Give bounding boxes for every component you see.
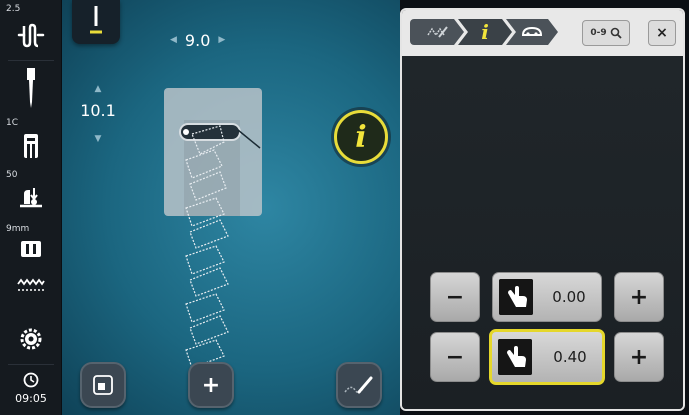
needle-plate-icon [21, 241, 41, 257]
feed-dog-icon [17, 278, 45, 291]
needle-position-button[interactable] [72, 0, 120, 44]
value-text-1: 0.00 [552, 288, 586, 306]
hand-touch-icon [498, 339, 532, 375]
stitch-settings-panel: i 0-9 × − 0.00 + − 0.40 + [400, 8, 685, 411]
needle-position-icon [90, 6, 102, 34]
info-crumb-icon: i [481, 20, 489, 44]
info-button[interactable]: i [334, 110, 388, 164]
value-field-1[interactable]: 0.00 [492, 272, 602, 322]
width-increase-arrow-icon[interactable]: ▶ [218, 35, 225, 45]
edit-stitch-button[interactable] [336, 362, 382, 408]
plus-icon: + [629, 284, 649, 310]
left-sidebar: 2.5 1C 50 9mm 09:05 [0, 0, 62, 415]
length-increase-arrow-icon[interactable]: ▲ [95, 84, 102, 94]
clock-time: 09:05 [15, 392, 47, 405]
presser-foot-pressure-button[interactable]: 50 [0, 168, 62, 218]
crumb-presser-foot[interactable] [506, 19, 558, 45]
stitch-length-control[interactable]: ▲ 10.1 ▼ [78, 76, 118, 145]
value-field-2-selected[interactable]: 0.40 [489, 329, 605, 385]
panel-header: i 0-9 × [402, 10, 683, 56]
stitch-pattern-icon [425, 24, 449, 40]
presser-foot-label: 1C [6, 118, 19, 128]
clock-button[interactable]: 09:05 [0, 368, 62, 414]
increase-button-1[interactable]: + [614, 272, 664, 322]
search-label: 0-9 [590, 28, 607, 38]
presser-foot-small-icon [521, 25, 543, 39]
hand-touch-icon [499, 279, 533, 315]
balance-row-2: − 0.40 + [430, 329, 680, 385]
plus-icon: + [629, 344, 649, 370]
minus-icon: − [445, 344, 465, 370]
decrease-button-1[interactable]: − [430, 272, 480, 322]
view-frame-icon [93, 375, 113, 395]
crumb-info[interactable]: i [458, 19, 512, 45]
numeric-search-button[interactable]: 0-9 [582, 20, 630, 46]
needle-plate-button[interactable]: 9mm [0, 222, 62, 266]
decrease-button-2[interactable]: − [430, 332, 480, 382]
feed-dog-button[interactable] [0, 270, 62, 306]
close-button[interactable]: × [648, 20, 676, 46]
foot-pressure-icon [20, 188, 42, 208]
panel-body: − 0.00 + − 0.40 + [402, 56, 683, 409]
close-icon: × [656, 25, 668, 41]
add-stitch-button[interactable]: + [188, 362, 234, 408]
stitch-pattern-preview [185, 125, 229, 369]
clock-icon [23, 372, 39, 388]
presser-foot-pressure-value: 50 [6, 170, 18, 180]
value-text-2: 0.40 [553, 348, 587, 366]
stitch-width-control[interactable]: ◀ 9.0 ▶ [170, 30, 225, 50]
bobbin-gear-icon [20, 328, 42, 350]
length-decrease-arrow-icon[interactable]: ▼ [95, 134, 102, 144]
bobbin-button[interactable] [0, 318, 62, 362]
increase-button-2[interactable]: + [614, 332, 664, 382]
search-icon [610, 27, 622, 39]
thread-tension-value: 2.5 [6, 4, 21, 14]
stitch-length-value: 10.1 [80, 101, 116, 120]
balance-row-1: − 0.00 + [430, 272, 680, 322]
add-label: + [201, 372, 221, 398]
info-icon: i [355, 119, 367, 155]
presser-foot-icon [24, 134, 38, 158]
presser-foot-button[interactable]: 1C [0, 114, 62, 164]
stitch-preview-area: ◀ 9.0 ▶ ▲ 10.1 ▼ i + [62, 0, 400, 415]
needle-icon [27, 68, 35, 108]
minus-icon: − [445, 284, 465, 310]
stitch-edit-icon [344, 376, 373, 394]
width-decrease-arrow-icon[interactable]: ◀ [170, 35, 177, 45]
thread-tension-icon [17, 23, 45, 48]
needle-select-button[interactable] [0, 64, 62, 114]
panel-breadcrumb: i [410, 19, 552, 45]
crumb-stitch-pattern[interactable] [410, 19, 464, 45]
thread-tension-button[interactable]: 2.5 [0, 4, 62, 56]
stitch-width-limit: 9mm [6, 224, 30, 234]
stitch-view-button[interactable] [80, 362, 126, 408]
stitch-width-value: 9.0 [184, 30, 211, 50]
